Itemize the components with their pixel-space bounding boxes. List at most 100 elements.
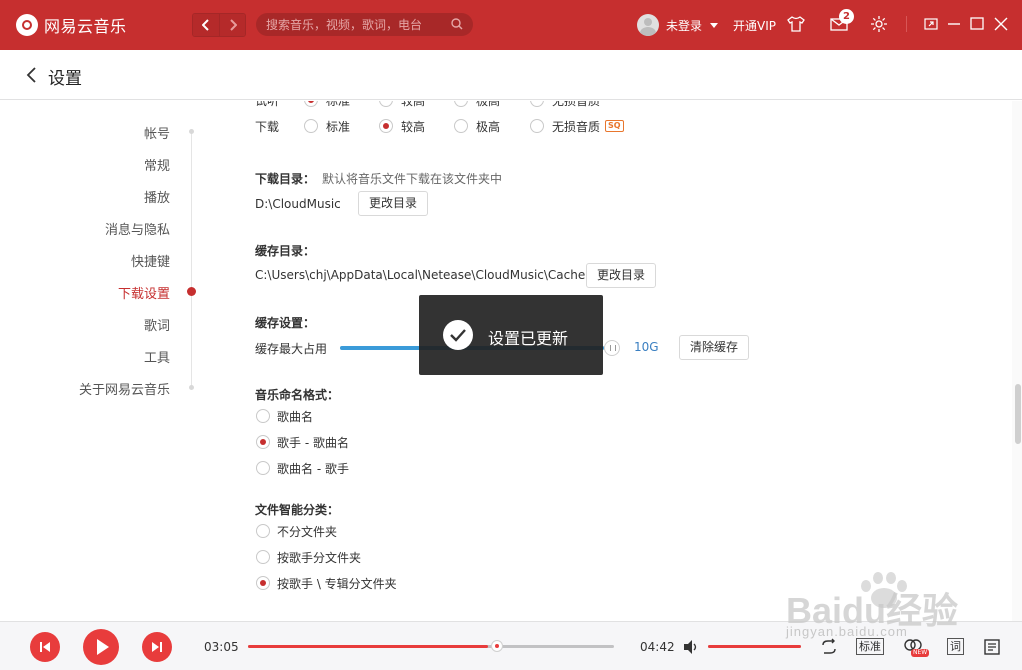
classify-option-artist[interactable]: 按歌手分文件夹	[277, 549, 361, 566]
next-icon	[152, 642, 162, 652]
trial-option-standard: 标准	[326, 101, 351, 108]
cache-size-value: 10G	[634, 340, 659, 354]
volume-slider-fill	[708, 645, 801, 648]
trial-radio-extreme[interactable]	[454, 101, 468, 107]
trial-radio-lossless[interactable]	[530, 101, 544, 107]
avatar[interactable]	[637, 14, 659, 36]
download-radio-extreme[interactable]	[454, 119, 468, 133]
classify-label: 文件智能分类：	[255, 503, 340, 517]
nav-item-tools[interactable]: 工具	[144, 347, 170, 366]
cache-size-slider-handle[interactable]	[604, 340, 620, 356]
change-cache-dir-button[interactable]: 更改目录	[586, 263, 657, 288]
content-scrollbar[interactable]	[1012, 101, 1022, 621]
trial-radio-higher[interactable]	[379, 101, 393, 107]
naming-radio-song-artist[interactable]	[256, 461, 270, 475]
cache-settings-label: 缓存设置：	[255, 316, 316, 330]
naming-radio-artist-song[interactable]	[256, 435, 270, 449]
download-option-standard[interactable]: 标准	[326, 118, 350, 135]
download-option-lossless[interactable]: 无损音质	[552, 118, 600, 135]
nav-timeline	[191, 131, 192, 389]
naming-option-song-artist[interactable]: 歌曲名 - 歌手	[277, 460, 349, 477]
nav-dot	[189, 129, 194, 134]
forward-button[interactable]	[219, 14, 245, 36]
nav-item-about[interactable]: 关于网易云音乐	[79, 379, 170, 398]
classify-option-artist-album[interactable]: 按歌手 \ 专辑分文件夹	[277, 575, 397, 592]
naming-option-song[interactable]: 歌曲名	[277, 408, 313, 425]
scrollbar-thumb[interactable]	[1015, 384, 1021, 444]
new-badge: NEW	[911, 649, 930, 657]
user-menu[interactable]: 未登录	[637, 14, 719, 36]
toast-message: 设置已更新	[488, 329, 569, 348]
dropdown-caret-icon[interactable]	[710, 22, 719, 28]
next-track-button[interactable]	[142, 632, 172, 662]
minimize-icon[interactable]	[944, 14, 964, 34]
trial-radio-standard[interactable]	[304, 101, 318, 107]
download-radio-standard[interactable]	[304, 119, 318, 133]
maximize-icon[interactable]	[967, 14, 987, 34]
download-dir-label: 下载目录：	[255, 172, 316, 186]
titlebar-divider	[906, 16, 907, 32]
nav-item-privacy[interactable]: 消息与隐私	[105, 219, 170, 238]
nav-item-general[interactable]: 常规	[144, 155, 170, 174]
nav-item-download[interactable]: 下载设置	[118, 283, 170, 302]
playback-progress-handle[interactable]	[491, 640, 503, 652]
cache-max-label: 缓存最大占用	[255, 342, 328, 356]
playback-progress-fill	[248, 645, 489, 648]
tshirt-skin-icon[interactable]	[786, 14, 806, 34]
total-time: 04:42	[640, 640, 675, 654]
app-title: 网易云音乐	[44, 17, 127, 36]
playlist-icon[interactable]	[982, 637, 1002, 657]
volume-icon[interactable]	[682, 638, 700, 656]
mini-mode-icon[interactable]	[921, 14, 941, 34]
current-time: 03:05	[204, 640, 239, 654]
classify-radio-artist[interactable]	[256, 550, 270, 564]
previous-track-button[interactable]	[30, 632, 60, 662]
close-icon[interactable]	[991, 14, 1011, 34]
download-option-extreme[interactable]: 极高	[476, 118, 500, 135]
open-vip-link[interactable]: 开通VIP	[733, 17, 776, 34]
trial-option-lossless: 无损音质	[552, 101, 601, 108]
download-dir-path: D:\CloudMusic	[255, 197, 341, 211]
page-header: 设置	[0, 50, 1022, 100]
nav-item-playback[interactable]: 播放	[144, 187, 170, 206]
classify-radio-none[interactable]	[256, 524, 270, 538]
download-radio-lossless[interactable]	[530, 119, 544, 133]
classify-option-none[interactable]: 不分文件夹	[277, 523, 337, 540]
app-logo[interactable]: 网易云音乐	[16, 13, 127, 37]
chevron-left-icon	[202, 19, 209, 31]
volume-slider[interactable]	[708, 645, 801, 648]
naming-radio-song[interactable]	[256, 409, 270, 423]
gear-icon[interactable]	[869, 14, 889, 34]
change-download-dir-button[interactable]: 更改目录	[358, 191, 429, 216]
play-button[interactable]	[83, 629, 119, 665]
trial-option-higher: 较高	[401, 101, 426, 108]
history-nav	[192, 13, 246, 37]
nav-dot-active	[187, 287, 196, 296]
message-count-badge: 2	[839, 9, 854, 24]
nav-item-account[interactable]: 帐号	[144, 123, 170, 142]
title-bar: 网易云音乐 未登录 开通VIP 2	[0, 0, 1022, 50]
watermark-subtext: jingyan.baidu.com	[786, 624, 908, 639]
chevron-right-icon	[229, 19, 237, 31]
netease-logo-icon	[16, 14, 38, 36]
nav-item-shortcuts[interactable]: 快捷键	[131, 251, 170, 270]
naming-option-artist-song[interactable]: 歌手 - 歌曲名	[277, 434, 349, 451]
search-icon[interactable]	[451, 18, 463, 30]
clear-cache-button[interactable]: 清除缓存	[679, 335, 750, 360]
search-input[interactable]	[266, 17, 446, 32]
nav-dot	[189, 385, 194, 390]
toast-notification: 设置已更新	[419, 295, 603, 375]
trial-label: 试听	[255, 101, 280, 108]
playback-progress-bar[interactable]	[248, 645, 614, 648]
nav-item-lyrics[interactable]: 歌词	[144, 315, 170, 334]
download-option-higher[interactable]: 较高	[401, 118, 425, 135]
trial-option-extreme: 极高	[476, 101, 501, 108]
cache-dir-path: C:\Users\chj\AppData\Local\Netease\Cloud…	[255, 268, 586, 282]
download-radio-higher[interactable]	[379, 119, 393, 133]
naming-format-label: 音乐命名格式：	[255, 388, 340, 402]
back-arrow-icon[interactable]	[25, 66, 39, 84]
back-button[interactable]	[193, 14, 219, 36]
previous-icon	[40, 642, 50, 652]
classify-radio-artist-album[interactable]	[256, 576, 270, 590]
user-name[interactable]: 未登录	[666, 17, 702, 34]
